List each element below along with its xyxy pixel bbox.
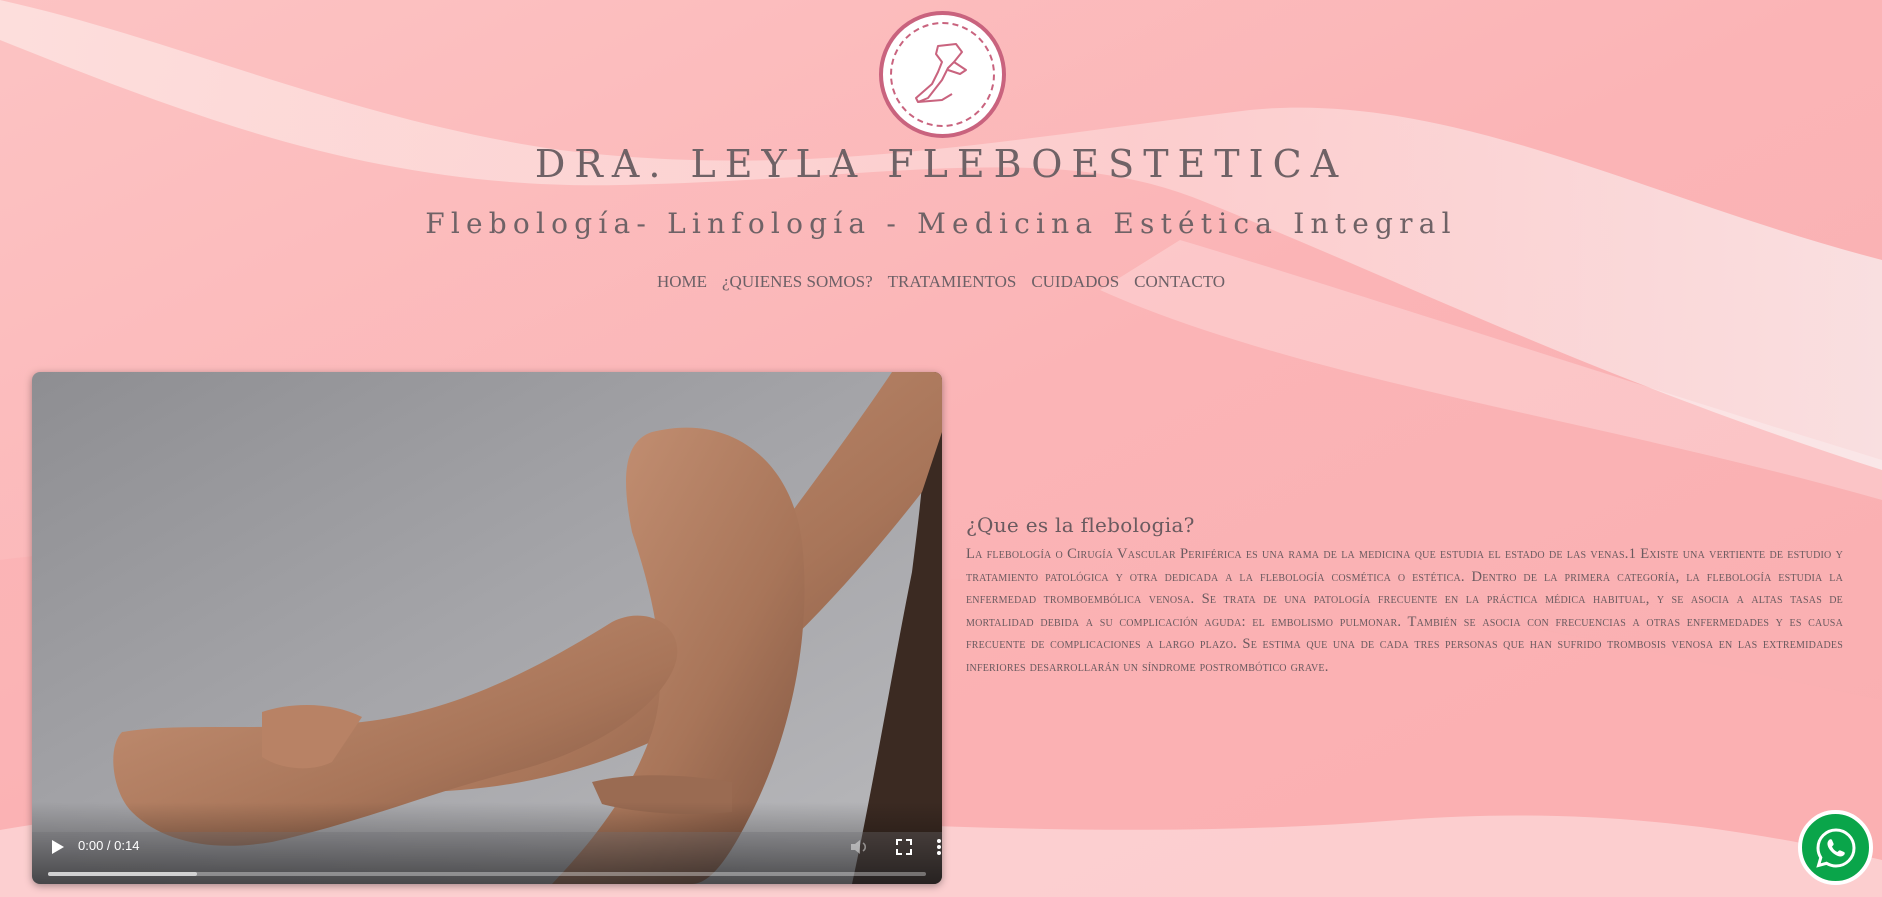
nav-item-tratamientos[interactable]: TRATAMIENTOS: [888, 272, 1017, 292]
main-nav: HOME ¿QUIENES SOMOS? TRATAMIENTOS CUIDAD…: [0, 272, 1882, 292]
logo-ring: [890, 22, 995, 127]
article-body: La flebología o Cirugía Vascular Perifér…: [966, 546, 1843, 675]
article-heading: ¿Que es la flebologia?: [966, 513, 1195, 537]
more-vert-icon[interactable]: [936, 837, 942, 857]
play-icon[interactable]: [46, 836, 68, 858]
video-controls: 0:00 / 0:14: [32, 802, 942, 884]
nav-item-cuidados[interactable]: CUIDADOS: [1031, 272, 1119, 292]
video-buffer-fill: [48, 872, 198, 876]
nav-item-contacto[interactable]: CONTACTO: [1134, 272, 1225, 292]
video-player[interactable]: 0:00 / 0:14: [32, 372, 942, 884]
video-time: 0:00 / 0:14: [78, 838, 140, 853]
video-progress-bar[interactable]: [48, 872, 926, 876]
site-logo[interactable]: [879, 11, 1006, 138]
leg-logo-icon: [914, 42, 967, 103]
site-title: DRA. LEYLA FLEBOESTETICA: [534, 142, 1348, 186]
nav-item-quienes-somos[interactable]: ¿QUIENES SOMOS?: [722, 272, 873, 292]
nav-item-home[interactable]: HOME: [657, 272, 707, 292]
article-flebologia: ¿Que es la flebologia? La flebología o C…: [966, 513, 1843, 679]
whatsapp-button[interactable]: [1798, 810, 1873, 885]
fullscreen-icon[interactable]: [894, 837, 914, 857]
whatsapp-icon: [1815, 827, 1856, 868]
site-subtitle: Flebología- Linfología - Medicina Estéti…: [425, 207, 1457, 240]
volume-icon[interactable]: [848, 837, 870, 857]
